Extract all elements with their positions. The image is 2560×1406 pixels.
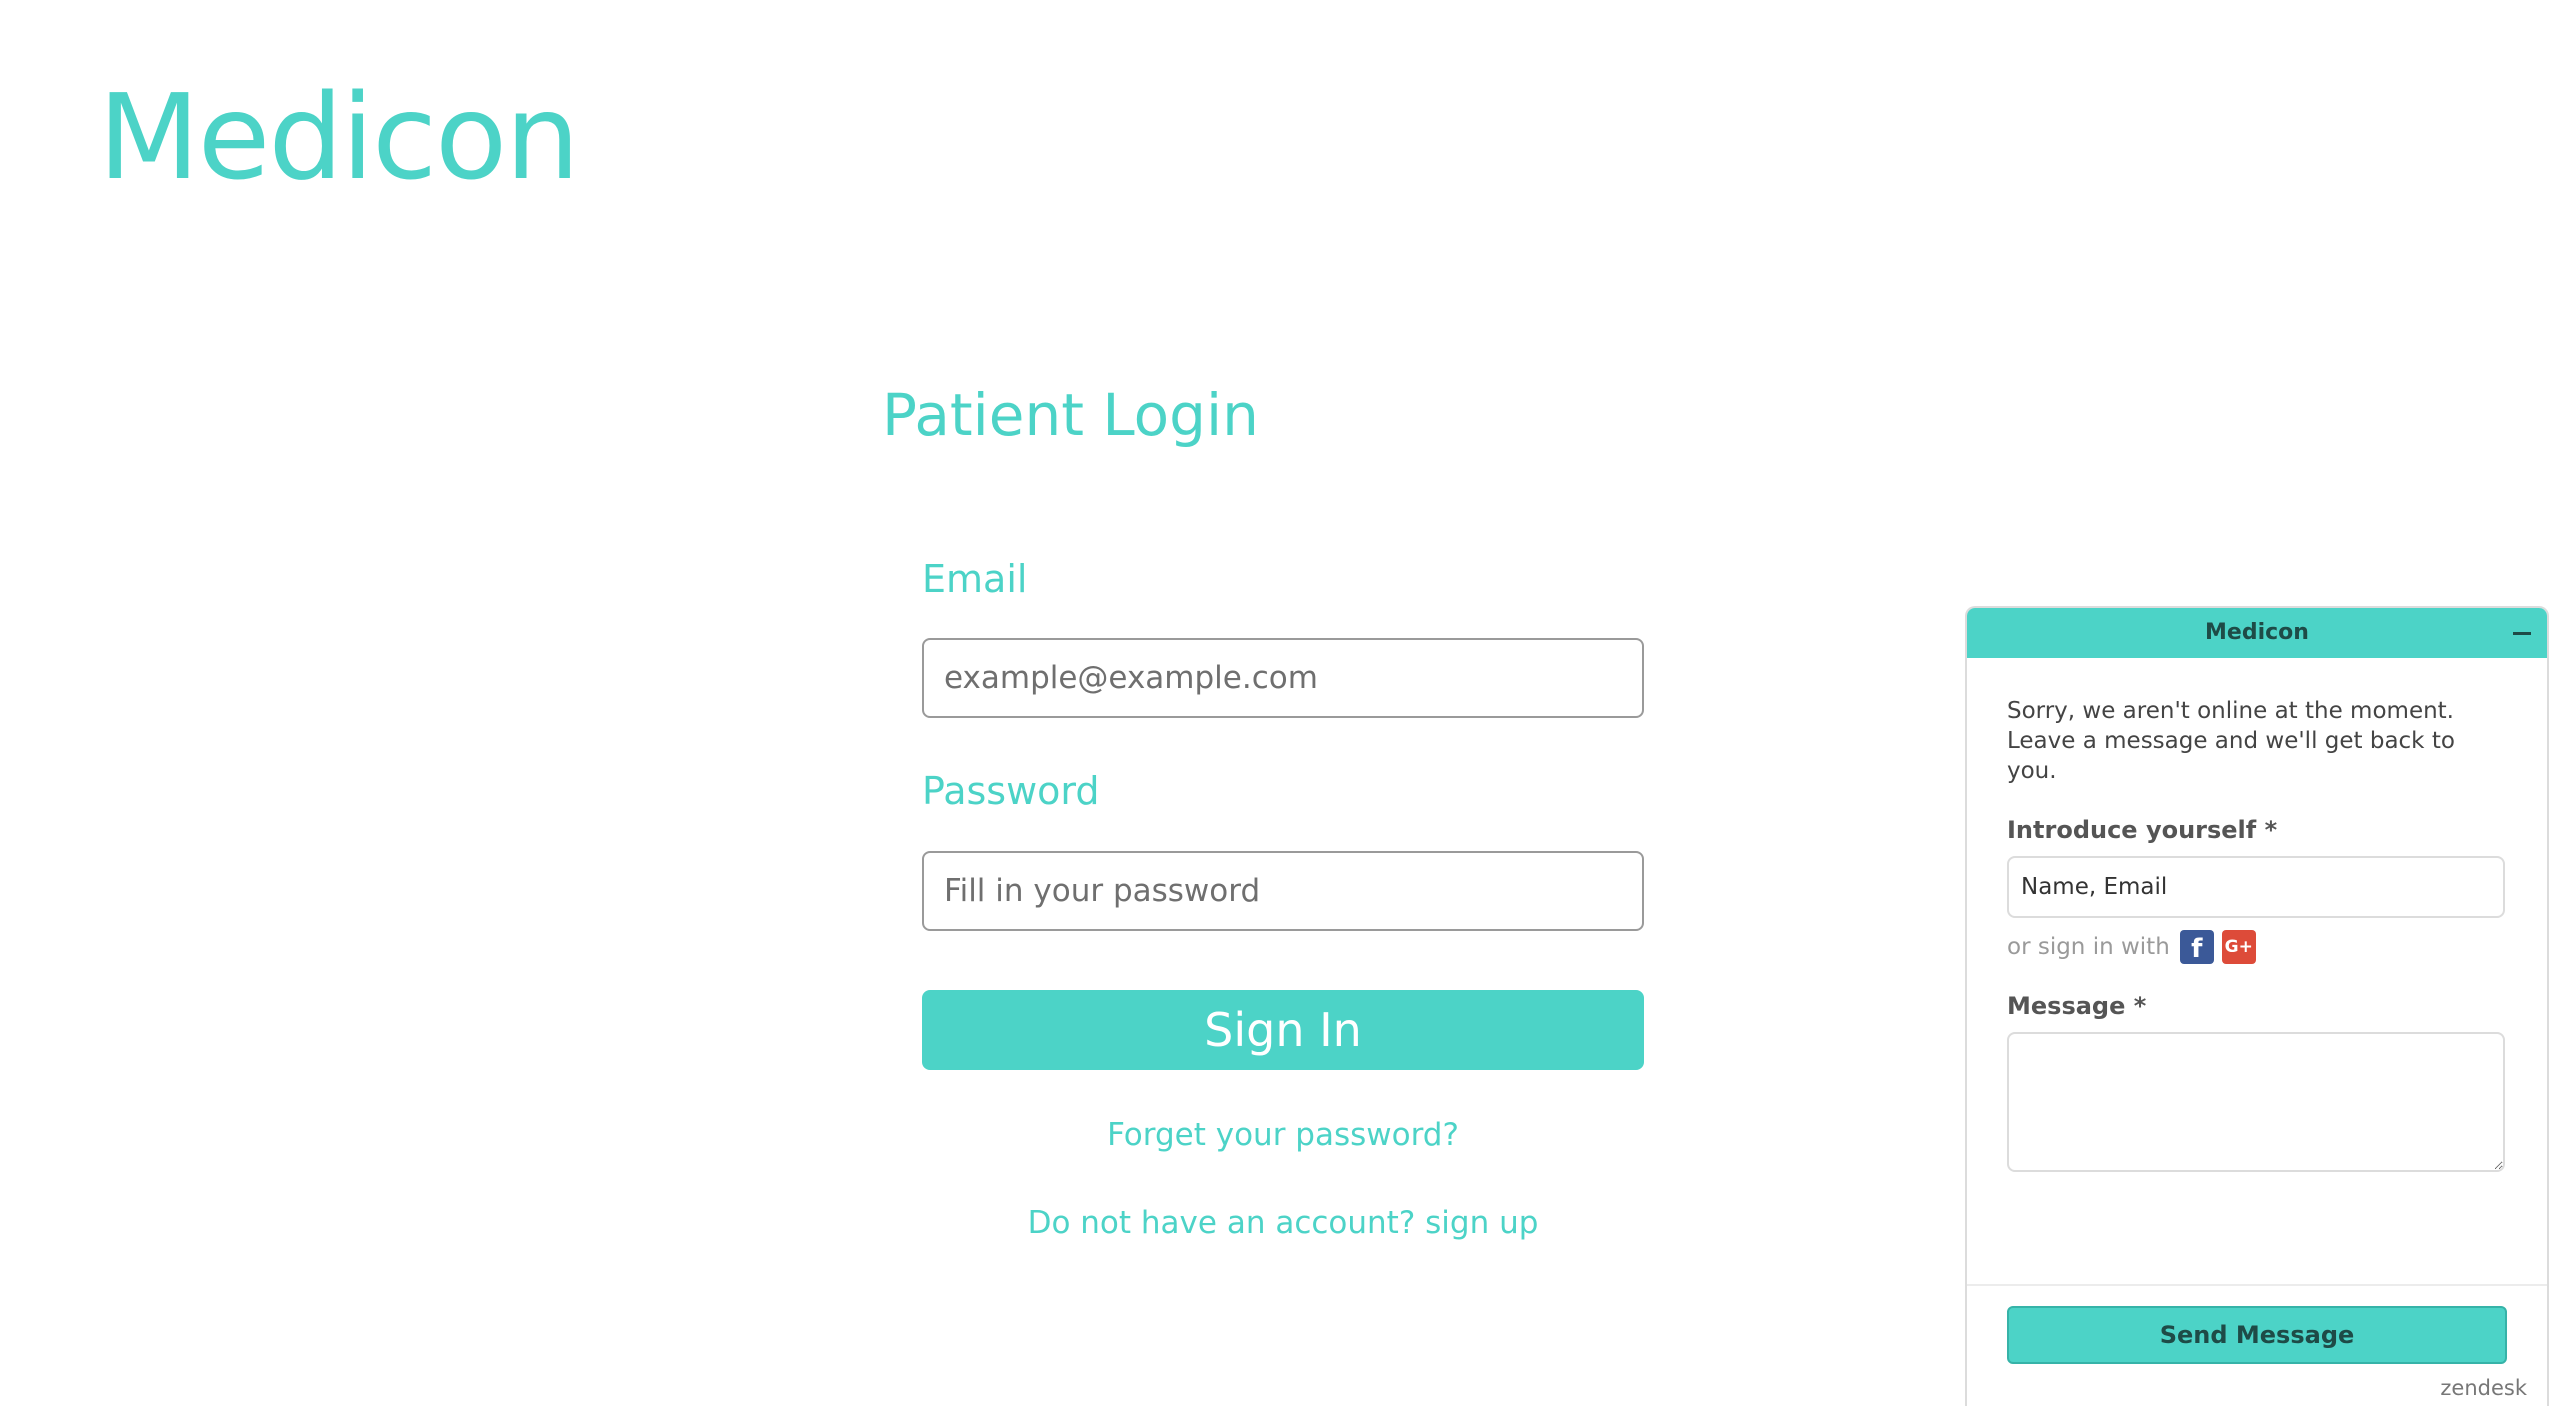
introduce-yourself-label: Introduce yourself *: [2007, 816, 2278, 844]
name-email-field[interactable]: [2007, 856, 2505, 918]
chat-widget-header[interactable]: Medicon: [1967, 608, 2547, 658]
message-textarea[interactable]: [2007, 1032, 2505, 1172]
zendesk-logo[interactable]: zendesk: [2440, 1376, 2527, 1400]
message-label: Message *: [2007, 992, 2147, 1020]
chat-widget-footer: Send Message zendesk: [1967, 1284, 2547, 1406]
medicon-logo: Medicon: [98, 68, 580, 206]
email-label: Email: [922, 557, 1028, 601]
password-label: Password: [922, 769, 1100, 813]
sign-in-button[interactable]: Sign In: [922, 990, 1644, 1070]
chat-widget-body: Sorry, we aren't online at the moment. L…: [1967, 658, 2547, 1172]
chat-widget-title: Medicon: [2205, 620, 2309, 645]
page-title: Patient Login: [882, 381, 1259, 449]
sign-up-link[interactable]: Do not have an account? sign up: [922, 1205, 1644, 1241]
forgot-password-link[interactable]: Forget your password?: [922, 1117, 1644, 1153]
facebook-icon[interactable]: f: [2179, 930, 2214, 964]
send-message-button[interactable]: Send Message: [2007, 1306, 2507, 1364]
offline-message: Sorry, we aren't online at the moment. L…: [2007, 698, 2455, 784]
password-field[interactable]: [922, 851, 1644, 931]
chat-widget: Medicon Sorry, we aren't online at the m…: [1965, 606, 2549, 1406]
social-signin-row: or sign in with f G+: [2007, 930, 2507, 964]
social-signin-prompt: or sign in with: [2007, 934, 2170, 960]
email-field[interactable]: [922, 638, 1644, 718]
google-plus-icon[interactable]: G+: [2221, 930, 2256, 964]
minimize-icon[interactable]: [2513, 632, 2531, 635]
